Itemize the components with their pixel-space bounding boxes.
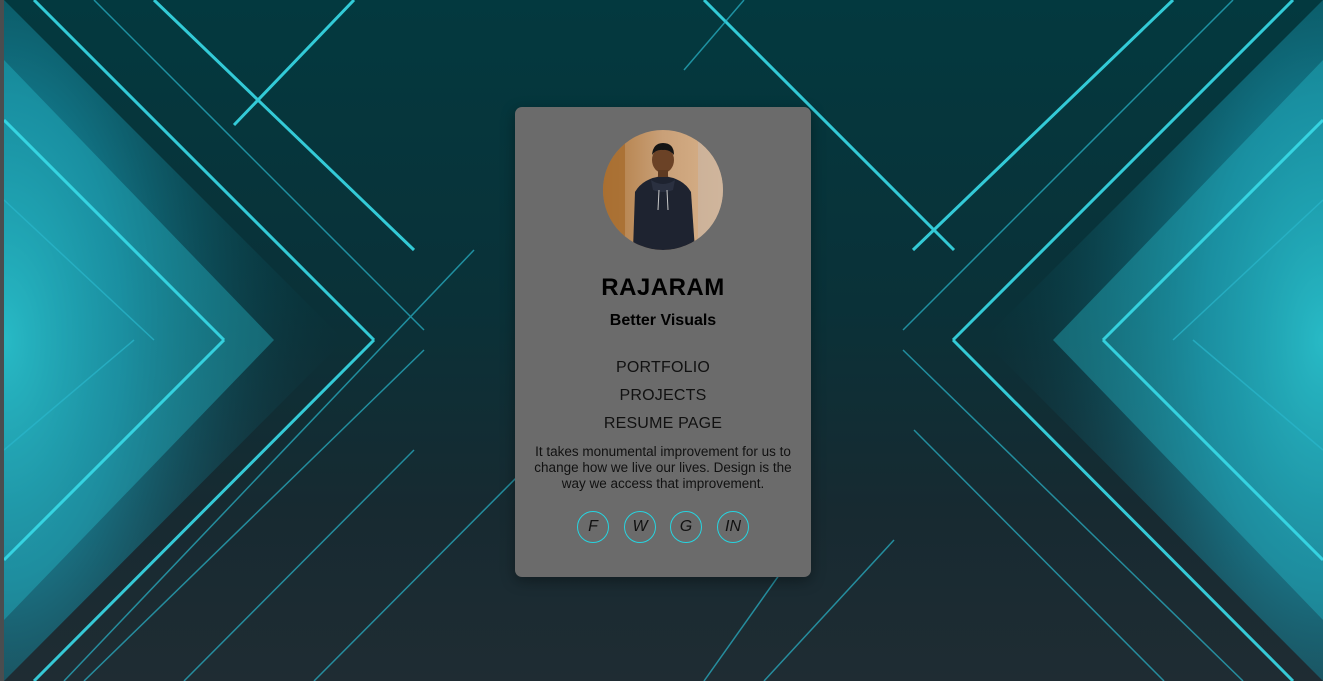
projects-link[interactable]: PROJECTS [515, 387, 811, 405]
profile-tagline: Better Visuals [609, 312, 717, 329]
profile-card: RAJARAM Better Visuals PORTFOLIO PROJECT… [515, 107, 811, 577]
social-links: F W G IN [515, 511, 811, 545]
profile-name: RAJARAM [601, 274, 725, 301]
avatar [603, 130, 723, 250]
resume-page-link[interactable]: RESUME PAGE [515, 415, 811, 433]
portfolio-link[interactable]: PORTFOLIO [515, 359, 811, 377]
web-button[interactable]: W [624, 511, 656, 543]
facebook-button[interactable]: F [577, 511, 609, 543]
profile-description: It takes monumental improvement for us t… [534, 444, 792, 491]
linkedin-button[interactable]: IN [717, 511, 749, 543]
person-photo-icon [603, 130, 723, 250]
github-button[interactable]: G [670, 511, 702, 543]
